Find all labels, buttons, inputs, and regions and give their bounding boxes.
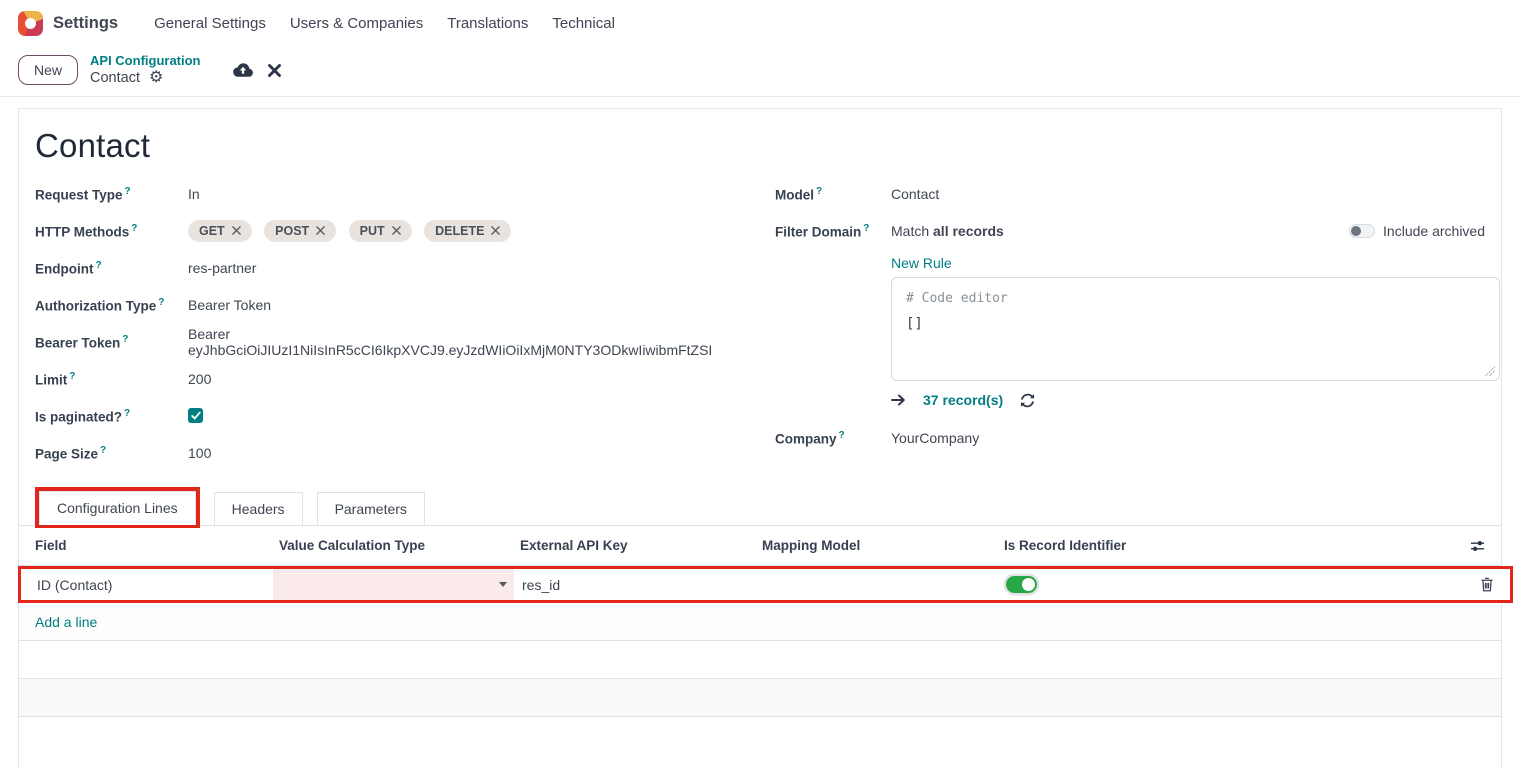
form-left-column: Request Type? In HTTP Methods? GET POST … bbox=[35, 175, 745, 471]
menu-technical[interactable]: Technical bbox=[540, 9, 627, 38]
chevron-down-icon bbox=[499, 582, 507, 587]
column-header-value-calculation-type: Value Calculation Type bbox=[271, 538, 512, 553]
delete-row-trash-icon[interactable] bbox=[1480, 577, 1494, 592]
add-a-line-link[interactable]: Add a line bbox=[35, 614, 97, 630]
help-icon: ? bbox=[816, 186, 822, 197]
breadcrumb-parent-link[interactable]: API Configuration bbox=[90, 53, 201, 69]
cell-field[interactable]: ID (Contact) bbox=[21, 569, 273, 600]
record-count-link[interactable]: 37 record(s) bbox=[923, 392, 1003, 408]
help-icon: ? bbox=[69, 371, 75, 382]
include-archived-toggle[interactable] bbox=[1349, 224, 1375, 238]
refresh-icon[interactable] bbox=[1020, 393, 1035, 408]
field-label-http-methods: HTTP Methods? bbox=[35, 223, 188, 240]
control-panel: New API Configuration Contact ⚙ bbox=[0, 46, 1520, 97]
http-method-tag-put[interactable]: PUT bbox=[349, 220, 412, 242]
cell-value-calculation-type-dropdown[interactable] bbox=[273, 569, 514, 600]
table-row: ID (Contact) res_id bbox=[21, 569, 1510, 600]
new-button[interactable]: New bbox=[18, 55, 78, 85]
cell-mapping-model[interactable] bbox=[756, 569, 998, 600]
page-size-field[interactable]: 100 bbox=[188, 445, 211, 461]
record-title[interactable]: Contact bbox=[35, 127, 1485, 165]
http-method-tag-post[interactable]: POST bbox=[264, 220, 336, 242]
tab-configuration-lines[interactable]: Configuration Lines bbox=[39, 491, 196, 525]
is-paginated-checkbox[interactable] bbox=[188, 408, 203, 423]
http-method-tag-get[interactable]: GET bbox=[188, 220, 252, 242]
notebook-tabs: Configuration Lines Headers Parameters bbox=[19, 487, 1501, 526]
column-header-field: Field bbox=[19, 538, 271, 553]
field-label-company: Company? bbox=[775, 430, 891, 447]
field-label-authorization-type: Authorization Type? bbox=[35, 297, 188, 314]
breadcrumb: API Configuration Contact ⚙ bbox=[90, 53, 201, 87]
tag-remove-icon bbox=[316, 226, 325, 235]
empty-area bbox=[19, 717, 1501, 767]
breadcrumb-current: Contact bbox=[90, 69, 140, 87]
form-right-column: Model? Contact Filter Domain? Match all … bbox=[775, 175, 1485, 471]
form-sheet: Contact Request Type? In HTTP Methods? G… bbox=[18, 108, 1502, 767]
tag-remove-icon bbox=[491, 226, 500, 235]
field-label-endpoint: Endpoint? bbox=[35, 260, 188, 277]
gear-icon[interactable]: ⚙ bbox=[149, 70, 163, 86]
discard-close-icon[interactable] bbox=[268, 64, 281, 77]
company-field[interactable]: YourCompany bbox=[891, 430, 979, 446]
optional-columns-sliders-icon[interactable] bbox=[1470, 539, 1485, 553]
column-header-mapping-model: Mapping Model bbox=[754, 538, 996, 553]
limit-field[interactable]: 200 bbox=[188, 371, 211, 387]
tag-remove-icon bbox=[392, 226, 401, 235]
help-icon: ? bbox=[863, 223, 869, 234]
domain-match-text: Match all records bbox=[891, 223, 1004, 239]
menu-general-settings[interactable]: General Settings bbox=[142, 9, 278, 38]
model-field[interactable]: Contact bbox=[891, 186, 939, 202]
new-rule-link[interactable]: New Rule bbox=[891, 255, 952, 271]
request-type-field[interactable]: In bbox=[188, 186, 200, 202]
odoo-settings-logo-icon[interactable] bbox=[18, 11, 43, 36]
empty-row bbox=[19, 679, 1501, 717]
field-label-model: Model? bbox=[775, 186, 891, 203]
help-icon: ? bbox=[122, 334, 128, 345]
annotation-box-active-tab: Configuration Lines bbox=[35, 487, 200, 528]
help-icon: ? bbox=[158, 297, 164, 308]
authorization-type-field[interactable]: Bearer Token bbox=[188, 297, 271, 313]
is-record-identifier-toggle[interactable] bbox=[1006, 576, 1037, 593]
http-method-tag-delete[interactable]: DELETE bbox=[424, 220, 511, 242]
help-icon: ? bbox=[125, 186, 131, 197]
table-header-row: Field Value Calculation Type External AP… bbox=[19, 526, 1501, 566]
form-grid: Request Type? In HTTP Methods? GET POST … bbox=[35, 175, 1485, 471]
menu-users-companies[interactable]: Users & Companies bbox=[278, 9, 435, 38]
code-editor-placeholder: # Code editor bbox=[906, 291, 1485, 306]
domain-code-editor[interactable]: # Code editor [] bbox=[891, 277, 1500, 381]
help-icon: ? bbox=[131, 223, 137, 234]
menu-translations[interactable]: Translations bbox=[435, 9, 540, 38]
field-label-bearer-token: Bearer Token? bbox=[35, 334, 188, 351]
field-label-limit: Limit? bbox=[35, 371, 188, 388]
column-header-is-record-identifier: Is Record Identifier bbox=[996, 538, 1459, 553]
tab-headers[interactable]: Headers bbox=[214, 492, 303, 525]
bearer-token-field[interactable]: Bearer eyJhbGciOiJIUzI1NiIsInR5cCI6IkpXV… bbox=[188, 326, 745, 358]
annotation-box-table-row: ID (Contact) res_id bbox=[18, 566, 1513, 603]
field-label-request-type: Request Type? bbox=[35, 186, 188, 203]
cell-external-api-key[interactable]: res_id bbox=[514, 569, 756, 600]
include-archived-label: Include archived bbox=[1383, 223, 1485, 239]
field-label-is-paginated: Is paginated?? bbox=[35, 408, 188, 425]
field-label-filter-domain: Filter Domain? bbox=[775, 223, 891, 240]
top-navbar: Settings General Settings Users & Compan… bbox=[0, 0, 1520, 46]
help-icon: ? bbox=[100, 445, 106, 456]
add-line-row: Add a line bbox=[19, 603, 1501, 641]
http-methods-field[interactable]: GET POST PUT DELETE bbox=[188, 220, 519, 242]
save-cloud-icon[interactable] bbox=[233, 62, 253, 78]
empty-row bbox=[19, 641, 1501, 679]
endpoint-field[interactable]: res-partner bbox=[188, 260, 256, 276]
help-icon: ? bbox=[839, 430, 845, 441]
resize-handle[interactable] bbox=[1485, 366, 1495, 376]
app-name: Settings bbox=[53, 14, 118, 33]
cell-is-record-identifier bbox=[998, 569, 1461, 600]
tag-remove-icon bbox=[232, 226, 241, 235]
tab-parameters[interactable]: Parameters bbox=[317, 492, 425, 525]
arrow-right-icon bbox=[891, 394, 906, 406]
help-icon: ? bbox=[95, 260, 101, 271]
column-header-external-api-key: External API Key bbox=[512, 538, 754, 553]
field-label-page-size: Page Size? bbox=[35, 445, 188, 462]
help-icon: ? bbox=[124, 408, 130, 419]
code-editor-value: [] bbox=[906, 316, 1485, 332]
